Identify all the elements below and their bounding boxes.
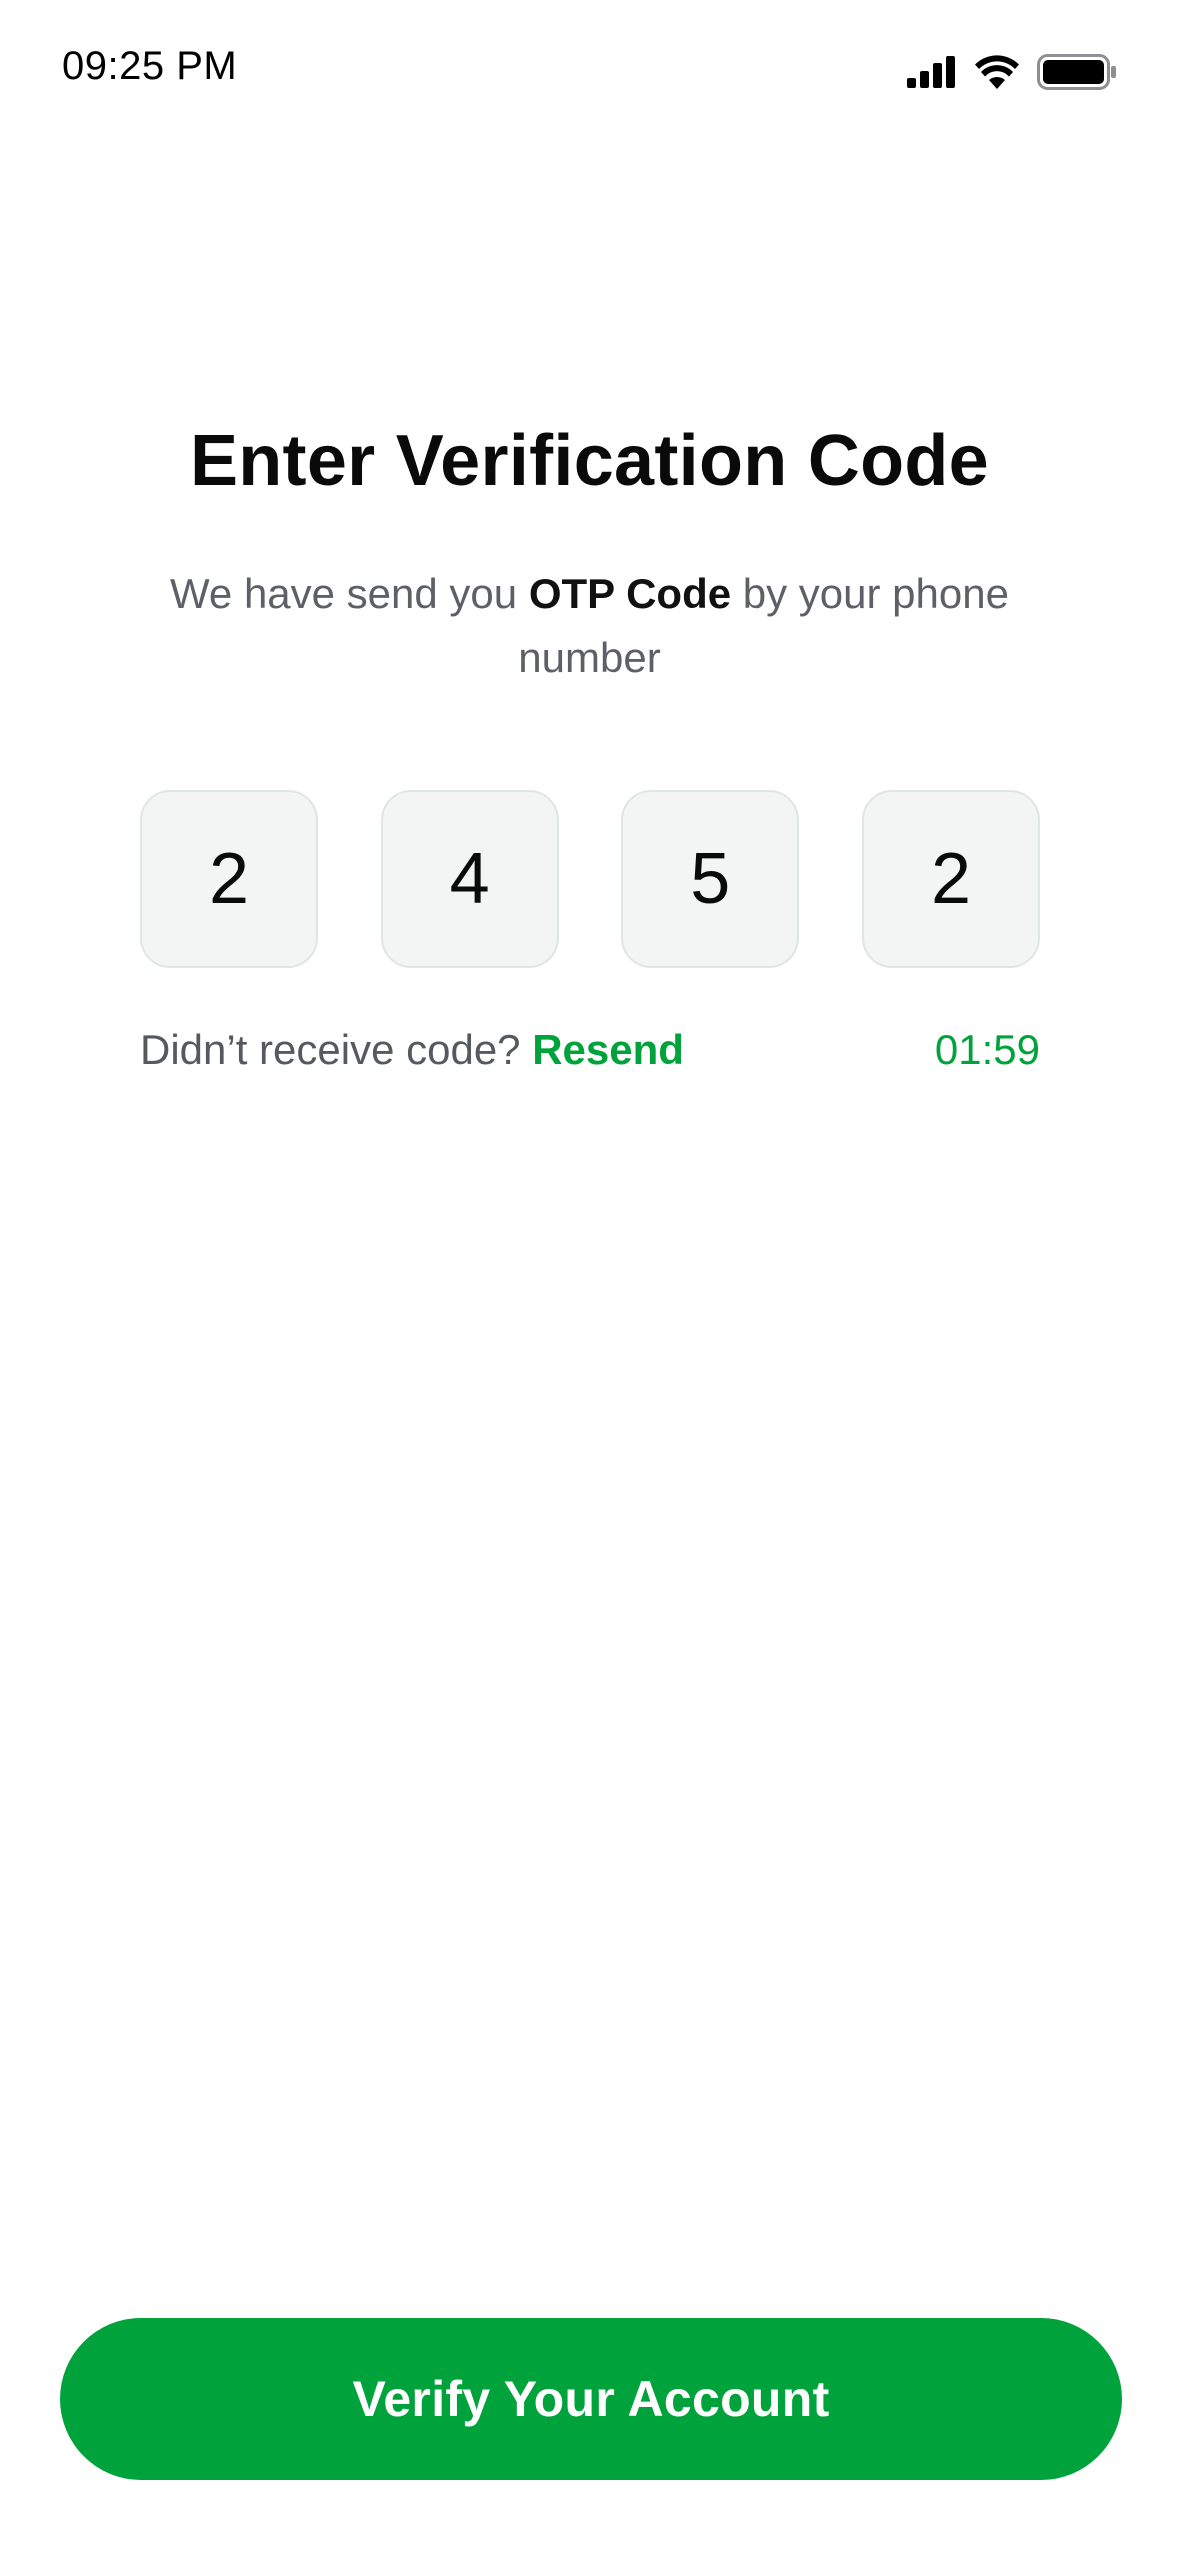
otp-input-group: 2 4 5 2 <box>140 790 1040 970</box>
resend-link[interactable]: Resend <box>532 1026 684 1073</box>
resend-prompt-group: Didn’t receive code? Resend <box>140 1026 684 1074</box>
battery-icon <box>1037 54 1117 90</box>
subtitle-emphasis: OTP Code <box>528 570 732 617</box>
resend-row: Didn’t receive code? Resend 01:59 <box>140 1020 1040 1080</box>
subtitle: We have send you OTP Code by your phone … <box>130 562 1049 690</box>
verify-account-button[interactable]: Verify Your Account <box>60 2318 1122 2480</box>
subtitle-text: We have send you <box>170 570 529 617</box>
resend-prompt: Didn’t receive code? <box>140 1026 533 1073</box>
otp-digit-4[interactable]: 2 <box>861 790 1040 968</box>
status-bar: 09:25 PM <box>0 0 1179 150</box>
wifi-icon <box>975 55 1019 89</box>
cellular-signal-icon <box>907 56 957 88</box>
otp-digit-3[interactable]: 5 <box>621 790 800 968</box>
status-time: 09:25 PM <box>62 44 238 88</box>
otp-digit-2[interactable]: 4 <box>380 790 559 968</box>
countdown-timer: 01:59 <box>934 1026 1040 1073</box>
otp-digit-1[interactable]: 2 <box>140 790 318 968</box>
status-icons <box>907 54 1117 90</box>
page-title: Enter Verification Code <box>189 421 990 501</box>
